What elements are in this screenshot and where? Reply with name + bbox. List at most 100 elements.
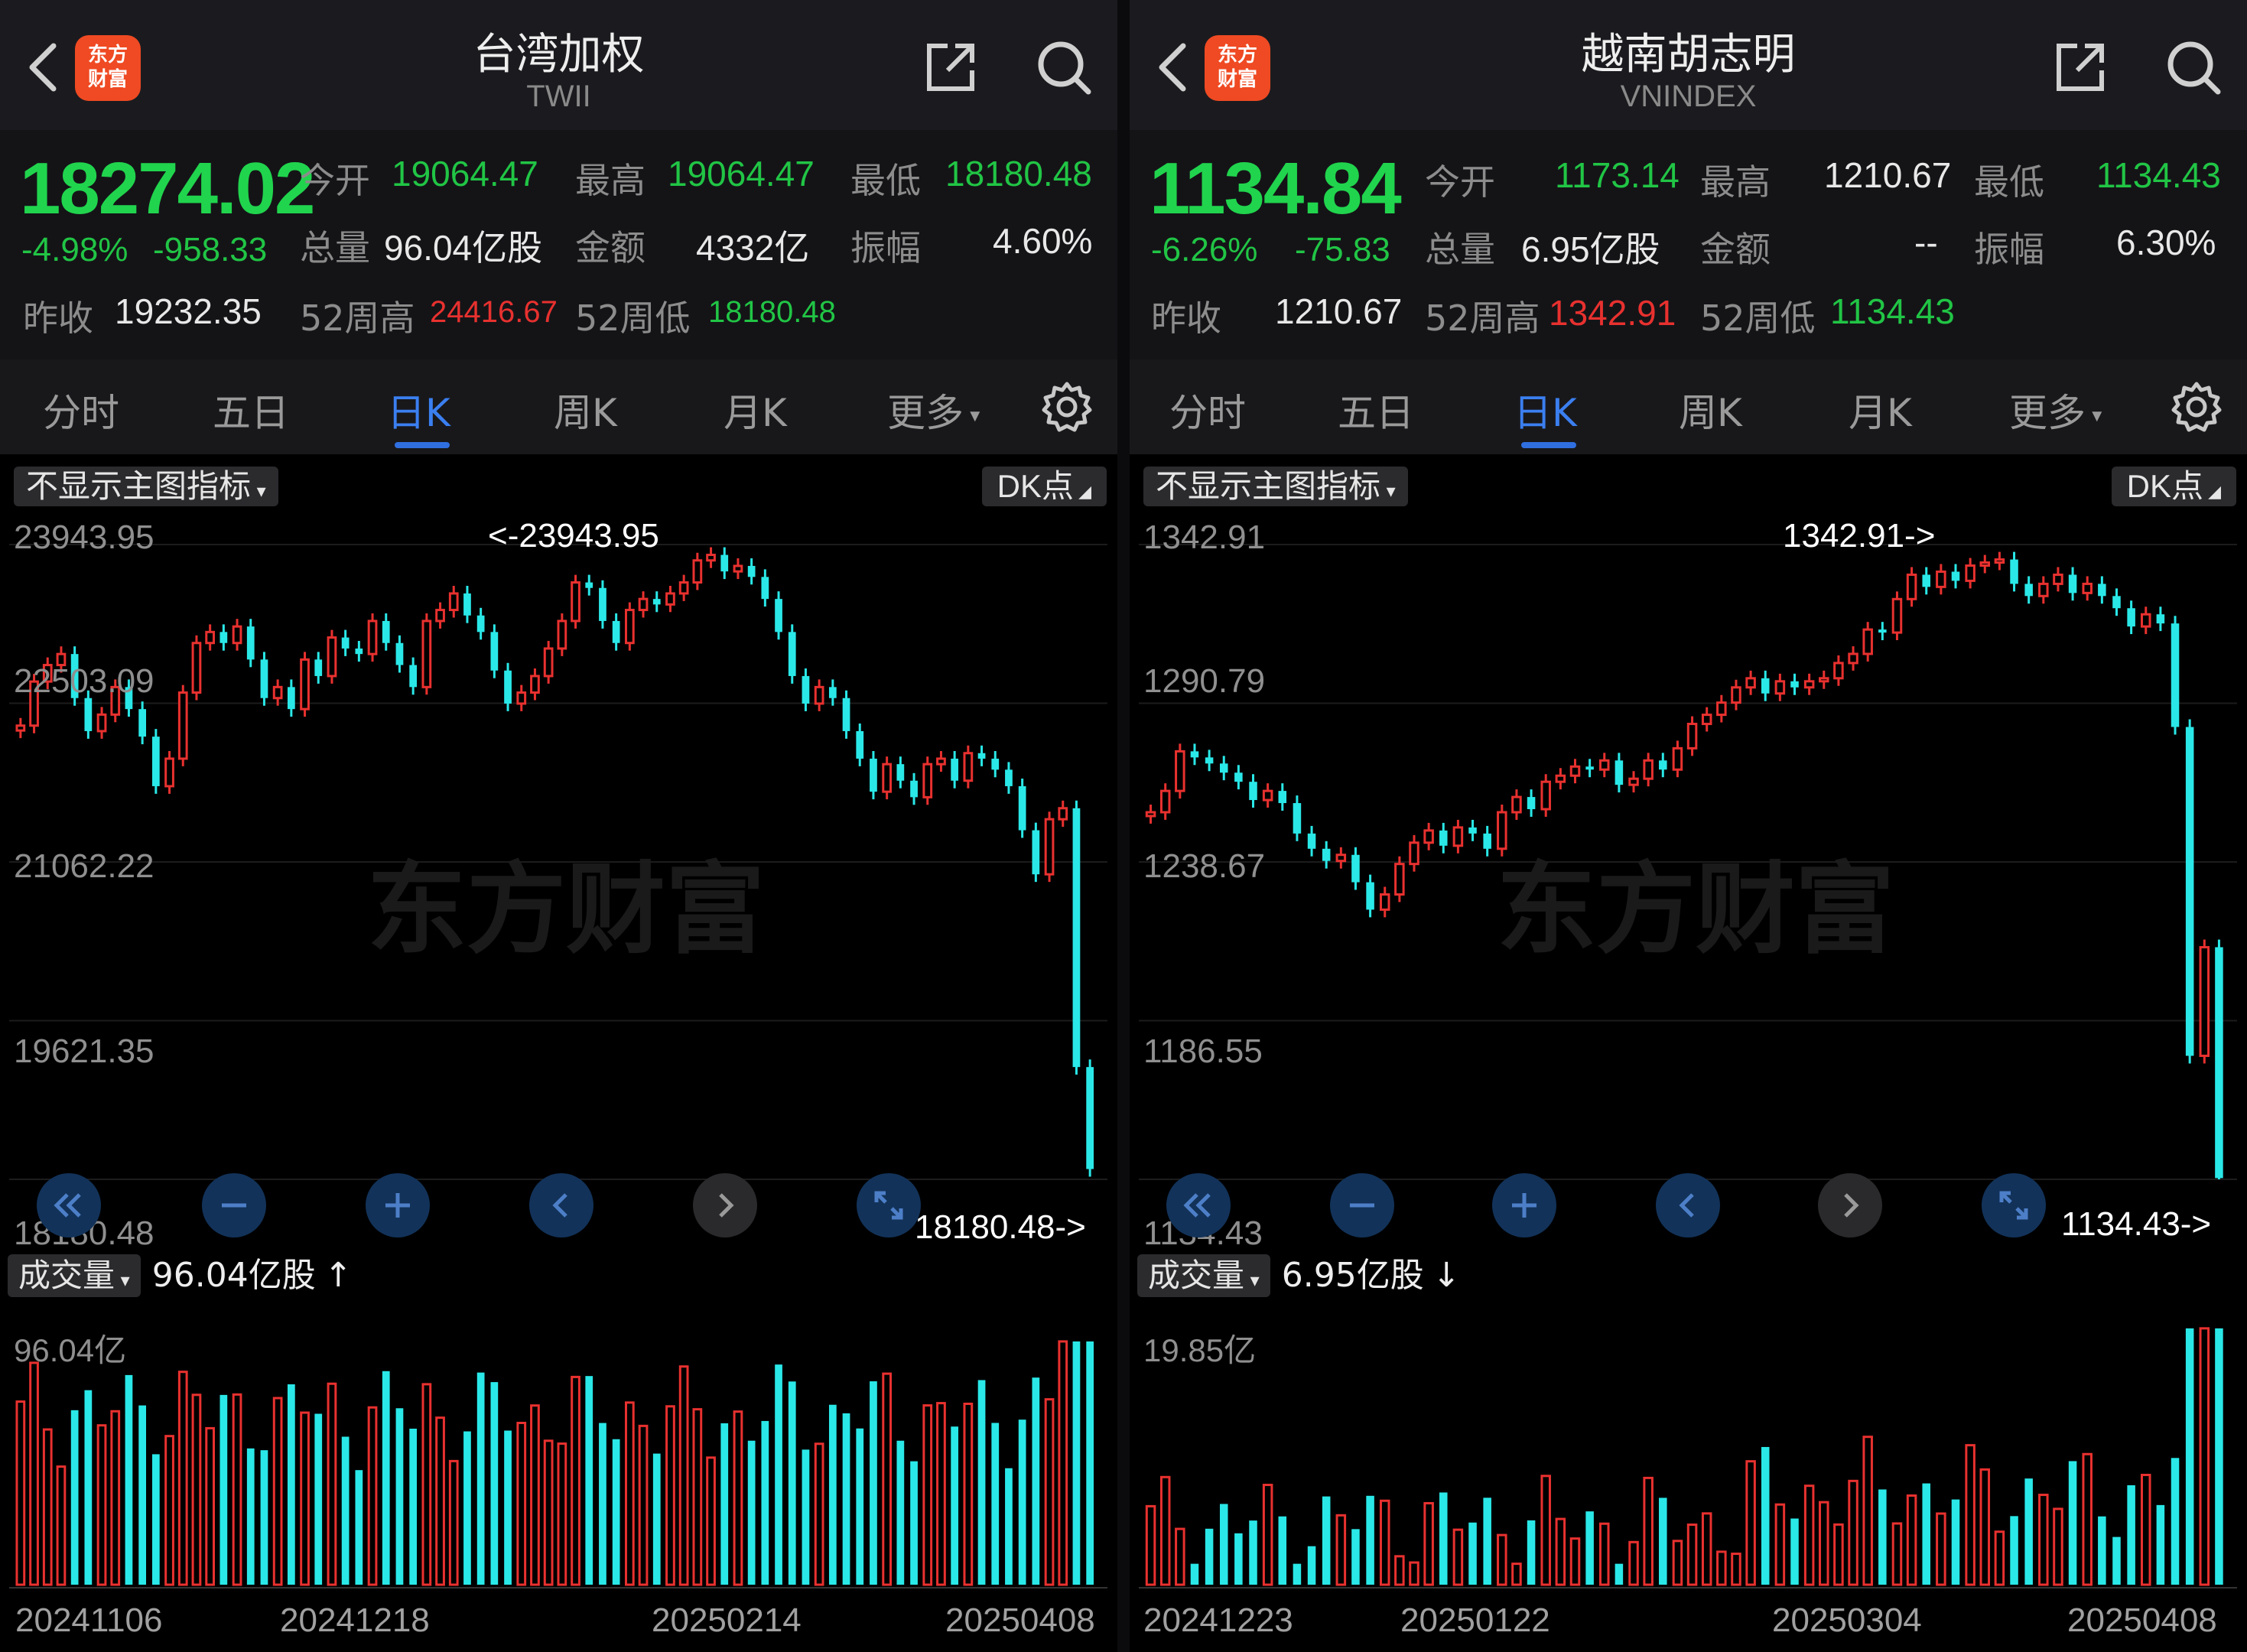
- candle-body: [96, 713, 107, 733]
- candle-body: [1555, 774, 1566, 783]
- indicator-selector[interactable]: 不显示主图指标 ▾: [1143, 467, 1408, 506]
- tab-intraday[interactable]: 分时: [1169, 382, 1246, 437]
- fullscreen-button[interactable]: [1982, 1173, 2046, 1237]
- volume-max-label: 96.04亿: [14, 1332, 127, 1368]
- volume-bar: [991, 1423, 1000, 1585]
- plus-icon: [385, 1193, 410, 1218]
- tab-daily-k[interactable]: 日K: [387, 382, 450, 437]
- scroll-left-button[interactable]: [1656, 1173, 1720, 1237]
- volume-bar: [1716, 1550, 1727, 1586]
- week52-low-label: 52周低: [1700, 298, 1816, 339]
- candle-body: [1848, 652, 1858, 665]
- candle-body: [747, 565, 756, 577]
- high-value: 19064.47: [668, 154, 815, 193]
- current-price: 18274.02: [20, 148, 315, 229]
- low-label: 最低: [1974, 161, 2044, 203]
- volume-bar: [2068, 1461, 2077, 1585]
- volume-bar: [1249, 1520, 1257, 1585]
- candle-body: [2140, 613, 2151, 628]
- indicator-selector-label: 不显示主图指标: [26, 467, 252, 505]
- volume-bar: [272, 1397, 283, 1586]
- kline-chart[interactable]: 不显示主图指标 ▾ DK点 ◢ 东方财富 23943.95 22503.09 2…: [0, 454, 1117, 1652]
- share-icon[interactable]: [2051, 38, 2109, 96]
- volume-bar: [1044, 1398, 1055, 1586]
- indicator-selector[interactable]: 不显示主图指标 ▾: [14, 467, 278, 506]
- candle-body: [1307, 833, 1316, 849]
- search-icon[interactable]: [2163, 37, 2224, 98]
- tab-weekly-k[interactable]: 周K: [554, 382, 617, 437]
- candle-body: [692, 559, 703, 584]
- volume-bar: [2082, 1452, 2093, 1586]
- gear-icon[interactable]: [2169, 379, 2224, 434]
- candlestick-chart[interactable]: [9, 514, 1107, 1211]
- volume-bar: [2127, 1485, 2135, 1585]
- candle-body: [219, 632, 228, 643]
- volume-bar: [638, 1424, 649, 1586]
- candle-body: [1145, 811, 1156, 818]
- zoom-out-button[interactable]: [202, 1173, 266, 1237]
- tab-five-day[interactable]: 五日: [1338, 382, 1414, 437]
- dk-point-button[interactable]: DK点 ◢: [981, 467, 1107, 506]
- volume-bar: [678, 1365, 689, 1586]
- candle-body: [1086, 1067, 1094, 1169]
- volume-bar: [421, 1383, 432, 1586]
- tab-monthly-k[interactable]: 月K: [724, 382, 787, 437]
- candle-body: [463, 593, 471, 616]
- scroll-left-button[interactable]: [529, 1173, 593, 1237]
- candle-body: [870, 758, 877, 792]
- scroll-start-button[interactable]: [1166, 1173, 1231, 1237]
- candle-body: [490, 632, 499, 671]
- tab-more[interactable]: 更多 ▾: [887, 382, 980, 437]
- volume-bar: [910, 1461, 918, 1585]
- tab-monthly-k[interactable]: 月K: [1849, 382, 1912, 437]
- tab-intraday[interactable]: 分时: [43, 382, 119, 437]
- volume-bar: [177, 1371, 188, 1586]
- y-axis-label: 23943.95: [14, 519, 154, 556]
- zoom-in-button[interactable]: [1492, 1173, 1556, 1237]
- tab-more[interactable]: 更多 ▾: [2009, 382, 2102, 437]
- open-value: 1173.14: [1555, 155, 1680, 195]
- scroll-right-button[interactable]: [693, 1173, 757, 1237]
- volume-chart[interactable]: [1139, 1309, 2237, 1594]
- tab-five-day[interactable]: 五日: [213, 382, 289, 437]
- fullscreen-button[interactable]: [857, 1173, 921, 1237]
- volume-bar: [842, 1413, 850, 1585]
- zoom-in-button[interactable]: [366, 1173, 430, 1237]
- scroll-right-button[interactable]: [1818, 1173, 1882, 1237]
- volume-indicator-selector[interactable]: 成交量 ▾: [8, 1254, 141, 1297]
- candle-body: [1159, 789, 1171, 814]
- volume-bar: [896, 1440, 905, 1585]
- volume-bar: [1086, 1341, 1094, 1585]
- volume-bar: [409, 1428, 418, 1585]
- dk-point-button[interactable]: DK点 ◢: [2111, 467, 2236, 506]
- candle-body: [951, 758, 959, 781]
- y-axis-label: 21062.22: [14, 847, 154, 885]
- volume-indicator-selector[interactable]: 成交量 ▾: [1137, 1254, 1270, 1297]
- candle-body: [1891, 597, 1903, 634]
- search-icon[interactable]: [1033, 37, 1094, 98]
- share-icon[interactable]: [922, 38, 980, 96]
- candlestick-chart[interactable]: [1139, 514, 2237, 1211]
- volume-bar: [1686, 1524, 1698, 1586]
- volume-bar: [1159, 1475, 1171, 1586]
- scroll-start-button[interactable]: [37, 1173, 101, 1237]
- dropdown-caret-icon: ▾: [2086, 404, 2102, 428]
- volume-bar: [870, 1381, 877, 1585]
- volume-bar: [1569, 1537, 1581, 1586]
- candle-body: [652, 599, 661, 605]
- candle-body: [2082, 582, 2093, 594]
- gear-icon[interactable]: [1039, 379, 1094, 434]
- tab-daily-k[interactable]: 日K: [1514, 382, 1577, 437]
- volume-chart[interactable]: [9, 1309, 1107, 1594]
- candle-body: [138, 709, 147, 737]
- candle-body: [1018, 785, 1026, 831]
- volume-bar: [1643, 1476, 1654, 1586]
- kline-chart[interactable]: 不显示主图指标 ▾ DK点 ◢ 东方财富 1342.91 1290.79 123…: [1130, 454, 2247, 1652]
- volume-bar: [1906, 1494, 1917, 1586]
- tab-weekly-k[interactable]: 周K: [1679, 382, 1742, 437]
- dropdown-caret-icon: ▾: [964, 404, 980, 428]
- candle-body: [2098, 584, 2106, 597]
- active-tab-indicator: [1521, 442, 1576, 448]
- candle-body: [1540, 780, 1551, 811]
- zoom-out-button[interactable]: [1330, 1173, 1394, 1237]
